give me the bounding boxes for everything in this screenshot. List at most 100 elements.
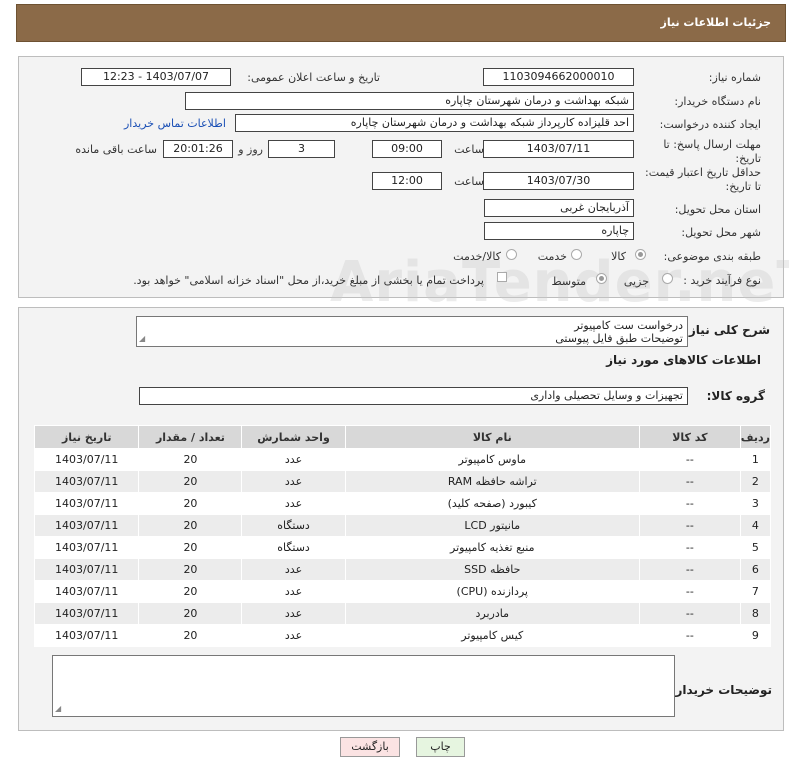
page-header: جزئیات اطلاعات نیاز bbox=[16, 4, 786, 42]
buyer-contact-link[interactable]: اطلاعات تماس خریدار bbox=[124, 117, 226, 130]
item-unit: عدد bbox=[241, 558, 346, 581]
price-validity-label: حداقل تاریخ اعتبار قیمت: تا تاریخ: bbox=[645, 166, 761, 193]
description-label: شرح کلی نیاز: bbox=[684, 323, 770, 337]
goods-group-field: تجهیزات و وسایل تحصیلی واداری bbox=[139, 387, 688, 405]
category-radio-goods[interactable] bbox=[635, 249, 646, 260]
item-code: -- bbox=[638, 624, 741, 647]
item-need-date: 1403/07/11 bbox=[33, 536, 140, 559]
reply-deadline-label: مهلت ارسال پاسخ: تا تاریخ: bbox=[663, 138, 761, 165]
announce-datetime-field: 1403/07/07 - 12:23 bbox=[81, 68, 231, 86]
item-code: -- bbox=[638, 558, 741, 581]
table-row: 2 -- تراشه حافظه RAM عدد 20 1403/07/11 bbox=[33, 470, 772, 493]
category-radio-service[interactable] bbox=[571, 249, 582, 260]
row-index: 8 bbox=[739, 602, 772, 625]
item-quantity: 20 bbox=[138, 602, 243, 625]
goods-table: ردیف کد کالا نام کالا واحد شمارش تعداد /… bbox=[33, 425, 772, 647]
item-need-date: 1403/07/11 bbox=[33, 470, 140, 493]
item-need-date: 1403/07/11 bbox=[33, 448, 140, 471]
item-code: -- bbox=[638, 470, 741, 493]
province-label: استان محل تحویل: bbox=[674, 203, 761, 216]
table-row: 4 -- مانیتور LCD دستگاه 20 1403/07/11 bbox=[33, 514, 772, 537]
remaining-label: ساعت باقی مانده bbox=[75, 143, 157, 156]
item-unit: عدد bbox=[241, 470, 346, 493]
col-row: ردیف bbox=[739, 425, 772, 449]
process-radio-minor[interactable] bbox=[662, 273, 673, 284]
price-time-label: ساعت bbox=[454, 175, 484, 188]
item-name: مانیتور LCD bbox=[344, 514, 640, 537]
buyer-org-label: نام دستگاه خریدار: bbox=[674, 95, 761, 108]
item-code: -- bbox=[638, 580, 741, 603]
category-radio-goods-service[interactable] bbox=[506, 249, 517, 260]
category-option-goods-service: کالا/خدمت bbox=[453, 250, 501, 263]
description-line-2: توضیحات طبق فایل پیوستی bbox=[555, 332, 683, 345]
row-index: 6 bbox=[739, 558, 772, 581]
resize-grip-icon[interactable]: ◢ bbox=[55, 702, 61, 715]
category-option-goods: کالا bbox=[611, 250, 626, 263]
description-textarea[interactable]: درخواست ست کامپیوتر توضیحات طبق فایل پیو… bbox=[136, 316, 688, 347]
table-row: 5 -- منبع تغذیه کامپیوتر دستگاه 20 1403/07/11 bbox=[33, 536, 772, 559]
col-need-date: تاریخ نیاز bbox=[33, 425, 140, 449]
item-quantity: 20 bbox=[138, 580, 243, 603]
need-number-field: 1103094662000010 bbox=[483, 68, 634, 86]
table-row: 7 -- پردازنده (CPU) عدد 20 1403/07/11 bbox=[33, 580, 772, 603]
item-unit: عدد bbox=[241, 492, 346, 515]
item-unit: دستگاه bbox=[241, 514, 346, 537]
buyer-notes-textarea[interactable]: ◢ bbox=[52, 655, 675, 717]
row-index: 7 bbox=[739, 580, 772, 603]
item-quantity: 20 bbox=[138, 558, 243, 581]
table-row: 8 -- مادربرد عدد 20 1403/07/11 bbox=[33, 602, 772, 625]
item-name: پردازنده (CPU) bbox=[344, 580, 640, 603]
row-index: 2 bbox=[739, 470, 772, 493]
buyer-notes-label: توضیحات خریدار: bbox=[670, 683, 772, 697]
city-label: شهر محل تحویل: bbox=[681, 226, 761, 239]
col-code: کد کالا bbox=[638, 425, 741, 449]
item-quantity: 20 bbox=[138, 624, 243, 647]
table-row: 6 -- حافظه SSD عدد 20 1403/07/11 bbox=[33, 558, 772, 581]
item-quantity: 20 bbox=[138, 492, 243, 515]
creator-label: ایجاد کننده درخواست: bbox=[659, 118, 761, 131]
goods-table-header: ردیف کد کالا نام کالا واحد شمارش تعداد /… bbox=[33, 425, 772, 449]
item-code: -- bbox=[638, 536, 741, 559]
description-line-1: درخواست ست کامپیوتر bbox=[574, 319, 683, 332]
item-need-date: 1403/07/11 bbox=[33, 624, 140, 647]
category-option-service: خدمت bbox=[537, 250, 567, 263]
col-name: نام کالا bbox=[344, 425, 640, 449]
back-button[interactable]: بازگشت bbox=[340, 737, 400, 757]
item-name: منبع تغذیه کامپیوتر bbox=[344, 536, 640, 559]
col-unit: واحد شمارش bbox=[241, 425, 346, 449]
days-field: 3 bbox=[268, 140, 335, 158]
item-name: کیبورد (صفحه کلید) bbox=[344, 492, 640, 515]
process-option-minor: جزیی bbox=[623, 275, 649, 288]
item-quantity: 20 bbox=[138, 514, 243, 537]
print-button[interactable]: چاپ bbox=[416, 737, 465, 757]
resize-grip-icon[interactable]: ◢ bbox=[139, 332, 145, 345]
category-label: طبقه بندی موضوعی: bbox=[663, 250, 761, 263]
days-label: روز و bbox=[238, 143, 263, 156]
process-label: نوع فرآیند خرید : bbox=[683, 274, 761, 287]
item-unit: عدد bbox=[241, 580, 346, 603]
treasury-payment-checkbox[interactable] bbox=[497, 272, 507, 282]
item-code: -- bbox=[638, 448, 741, 471]
item-code: -- bbox=[638, 514, 741, 537]
table-row: 9 -- کیس کامپیوتر عدد 20 1403/07/11 bbox=[33, 624, 772, 647]
item-need-date: 1403/07/11 bbox=[33, 602, 140, 625]
city-field: چاپاره bbox=[484, 222, 634, 240]
buyer-org-field: شبکه بهداشت و درمان شهرستان چاپاره bbox=[185, 92, 634, 110]
reply-time-field: 09:00 bbox=[372, 140, 442, 158]
item-name: کیس کامپیوتر bbox=[344, 624, 640, 647]
item-unit: عدد bbox=[241, 448, 346, 471]
item-name: مادربرد bbox=[344, 602, 640, 625]
need-number-label: شماره نیاز: bbox=[708, 71, 761, 84]
creator-field: احد قلیزاده کارپرداز شبکه بهداشت و درمان… bbox=[235, 114, 634, 132]
price-date-field: 1403/07/30 bbox=[483, 172, 634, 190]
item-quantity: 20 bbox=[138, 448, 243, 471]
row-index: 1 bbox=[739, 448, 772, 471]
row-index: 3 bbox=[739, 492, 772, 515]
item-unit: عدد bbox=[241, 602, 346, 625]
goods-section-title: اطلاعات کالاهای مورد نیاز bbox=[606, 353, 761, 367]
treasury-payment-note: پرداخت تمام یا بخشی از مبلغ خرید،از محل … bbox=[133, 274, 484, 287]
process-radio-medium[interactable] bbox=[596, 273, 607, 284]
item-name: ماوس کامپیوتر bbox=[344, 448, 640, 471]
item-code: -- bbox=[638, 492, 741, 515]
item-unit: دستگاه bbox=[241, 536, 346, 559]
